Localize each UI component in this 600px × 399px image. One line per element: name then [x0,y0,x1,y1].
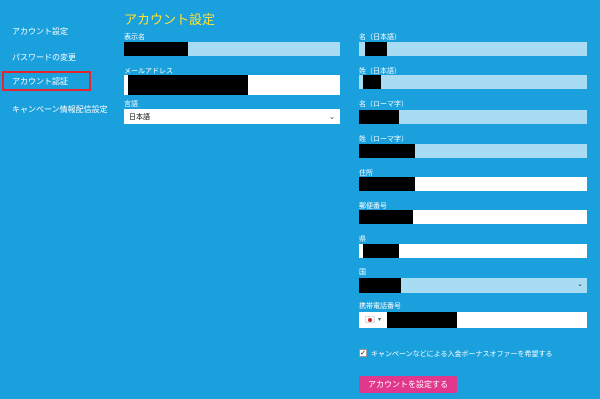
first-name-jp-field[interactable] [359,42,587,56]
sidebar-item-account-settings[interactable]: アカウント設定 [12,26,68,37]
redacted-last-name-jp [363,75,381,89]
language-label: 言語 [124,100,138,108]
display-name-label: 表示名 [124,33,145,41]
page-title: アカウント設定 [124,13,216,28]
phone-label: 携帯電話番号 [359,302,401,310]
redacted-postal-code [359,210,413,224]
language-select-value: 日本語 [129,112,150,121]
country-select[interactable]: ⌄ [359,278,587,293]
sidebar-item-password-change[interactable]: パスワードの変更 [12,52,76,63]
last-name-jp-field[interactable] [359,75,587,89]
language-select[interactable]: 日本語 ⌄ [124,109,340,124]
redacted-email [128,75,248,95]
country-label: 国 [359,268,366,276]
chevron-down-icon: ⌄ [329,112,335,121]
sidebar-item-campaign-settings[interactable]: キャンペーン情報配信設定 [12,104,108,115]
caret-down-icon[interactable]: ▾ [378,316,381,323]
bonus-offer-checkbox[interactable]: ✓ [359,349,367,357]
first-name-roman-field[interactable] [359,110,587,124]
redacted-last-name-roman [359,144,415,158]
redacted-phone [387,312,457,328]
first-name-roman-label: 名（ローマ字） [359,100,408,108]
first-name-jp-label: 名（日本語） [359,33,401,41]
prefecture-field[interactable] [359,244,587,258]
phone-field[interactable]: ▾ [359,312,587,328]
redacted-first-name-jp [365,42,387,56]
sidebar: アカウント設定 パスワードの変更 アカウント認証 キャンペーン情報配信設定 [0,0,108,399]
postal-code-field[interactable] [359,210,587,224]
email-field[interactable] [124,75,340,95]
chevron-down-icon: ⌄ [577,280,583,288]
redacted-display-name [124,42,188,56]
submit-button[interactable]: アカウントを設定する [359,376,457,393]
display-name-field[interactable] [124,42,340,56]
redacted-prefecture [363,244,399,258]
last-name-roman-label: 姓（ローマ字） [359,135,408,143]
address-field[interactable] [359,177,587,191]
redacted-first-name-roman [359,110,399,124]
last-name-roman-field[interactable] [359,144,587,158]
japan-flag-icon[interactable] [365,316,375,323]
redacted-country [359,278,401,293]
prefecture-label: 県 [359,235,366,243]
redacted-address [359,177,415,191]
bonus-offer-label: キャンペーンなどによる入金ボーナスオファーを希望する [371,350,553,358]
sidebar-item-account-verification[interactable]: アカウント認証 [12,76,68,87]
